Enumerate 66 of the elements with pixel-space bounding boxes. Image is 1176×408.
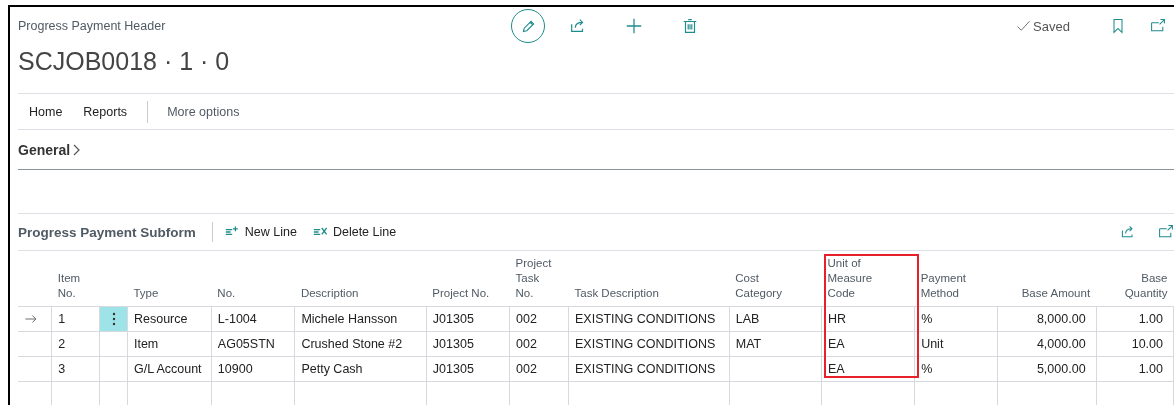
table-cell: J01305 <box>426 331 510 357</box>
bookmark-icon[interactable] <box>1110 18 1126 34</box>
table-cell: L-1004 <box>211 306 295 332</box>
new-line-button[interactable]: New Line <box>224 224 297 240</box>
general-section-header[interactable]: General <box>18 141 83 158</box>
table-cell: AG05STN <box>211 331 295 357</box>
table-cell: % <box>914 306 998 332</box>
table-cell: Petty Cash <box>294 356 427 382</box>
edit-button[interactable] <box>511 9 545 43</box>
column-header[interactable]: Type <box>133 285 196 301</box>
table-cell: EXISTING CONDITIONS <box>568 331 730 357</box>
table-cell: 1.00 <box>1096 356 1174 382</box>
record-title: SCJOB0018 · 1 · 0 <box>18 47 231 77</box>
check-icon <box>1016 18 1031 34</box>
table-cell: 1 <box>51 306 100 332</box>
more-dots-icon <box>111 311 116 326</box>
table-cell: EA <box>821 356 915 382</box>
column-header[interactable]: Project No. <box>432 285 494 301</box>
table-cell: 002 <box>509 306 569 332</box>
table-cell: G/L Account <box>127 356 212 382</box>
column-header[interactable]: Base Quantity <box>1102 270 1168 301</box>
table-cell: Unit <box>914 331 998 357</box>
page-caption: Progress Payment Header <box>18 19 167 33</box>
table-cell: 10.00 <box>1096 331 1174 357</box>
column-header[interactable]: Task Description <box>574 285 714 301</box>
delete-line-button[interactable]: Delete Line <box>312 224 397 240</box>
table-cell: 1.00 <box>1096 306 1174 332</box>
delete-icon[interactable] <box>681 17 699 35</box>
table-cell: HR <box>821 306 915 332</box>
menu-tab[interactable]: Home <box>29 104 63 119</box>
column-header[interactable]: Cost Category <box>735 270 806 301</box>
share-icon[interactable] <box>1120 224 1136 240</box>
table-cell: EA <box>821 331 915 357</box>
table-cell: 2 <box>51 331 100 357</box>
subform-title: Progress Payment Subform <box>18 224 196 240</box>
popout-icon[interactable] <box>1150 18 1166 34</box>
column-header[interactable]: Item No. <box>57 270 84 301</box>
popout-icon[interactable] <box>1158 224 1174 240</box>
column-header[interactable]: Unit of Measure Code <box>827 256 899 301</box>
table-cell: 002 <box>509 356 569 382</box>
table-cell: 10900 <box>211 356 295 382</box>
table-cell: LAB <box>729 306 822 332</box>
more-options-link[interactable]: More options <box>167 104 240 119</box>
table-cell: MAT <box>729 331 822 357</box>
table-cell: 5,000.00 <box>997 356 1097 382</box>
table-cell: EXISTING CONDITIONS <box>568 356 730 382</box>
table-cell: J01305 <box>426 306 510 332</box>
menu-tab[interactable]: Reports <box>83 104 128 119</box>
add-icon[interactable] <box>625 17 643 35</box>
table-cell: Item <box>127 331 212 357</box>
table-cell: 3 <box>51 356 100 382</box>
table-cell: Crushed Stone #2 <box>294 331 427 357</box>
column-header[interactable]: Description <box>300 285 411 301</box>
table-cell: 4,000.00 <box>997 331 1097 357</box>
column-header[interactable]: Payment Method <box>920 270 982 301</box>
table-cell: % <box>914 356 998 382</box>
column-header[interactable]: No. <box>217 285 279 301</box>
saved-status: Saved <box>1033 18 1070 34</box>
table-cell: EXISTING CONDITIONS <box>568 306 730 332</box>
column-header[interactable]: Base Amount <box>1003 285 1091 301</box>
table-cell: Michele Hansson <box>294 306 427 332</box>
table-cell: 8,000.00 <box>997 306 1097 332</box>
column-header[interactable]: Project Task No. <box>515 256 553 301</box>
table-cell: J01305 <box>426 356 510 382</box>
table-cell: Resource <box>127 306 212 332</box>
table-cell: 002 <box>509 331 569 357</box>
